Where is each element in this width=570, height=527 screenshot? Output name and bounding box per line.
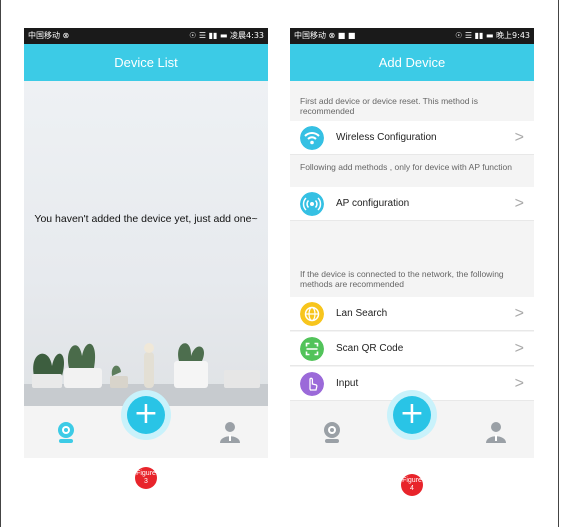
hand-pointer-icon	[300, 372, 324, 396]
plus-icon: +	[127, 396, 165, 434]
qr-scan-icon	[300, 337, 324, 361]
camera-icon[interactable]	[54, 420, 78, 444]
globe-icon	[300, 302, 324, 326]
figure-badge: Figure 3	[135, 467, 157, 489]
status-bar: 中国移动 ⊗ ■ ■ ☉ ☰ ▮▮ ▬ 晚上9:43	[290, 28, 534, 44]
user-icon[interactable]	[218, 420, 242, 444]
item-lan-search[interactable]: Lan Search >	[290, 297, 534, 331]
empty-state: You haven't added the device yet, just a…	[24, 81, 268, 406]
status-time: ☉ ☰ ▮▮ ▬ 晚上9:43	[455, 31, 530, 40]
phone-add-device: 中国移动 ⊗ ■ ■ ☉ ☰ ▮▮ ▬ 晚上9:43 Add Device Fi…	[290, 28, 534, 458]
add-device-button[interactable]: +	[387, 390, 437, 440]
item-label: Wireless Configuration	[336, 132, 437, 143]
phone-device-list: 中国移动 ⊗ ☉ ☰ ▮▮ ▬ 凌晨4:33 Device List You h…	[24, 28, 268, 458]
broadcast-icon	[300, 192, 324, 216]
chevron-right-icon: >	[514, 340, 524, 357]
status-time: ☉ ☰ ▮▮ ▬ 凌晨4:33	[189, 31, 264, 40]
status-carrier: 中国移动 ⊗ ■ ■	[294, 31, 356, 40]
chevron-right-icon: >	[514, 375, 524, 392]
add-device-button[interactable]: +	[121, 390, 171, 440]
item-scan-qr-code[interactable]: Scan QR Code >	[290, 332, 534, 366]
item-label: Input	[336, 378, 359, 389]
wifi-icon	[300, 126, 324, 150]
item-label: Lan Search	[336, 308, 388, 319]
camera-icon[interactable]	[320, 420, 344, 444]
chevron-right-icon: >	[514, 129, 524, 146]
frame-divider	[558, 0, 559, 527]
page-title: Add Device	[290, 44, 534, 81]
item-wireless-configuration[interactable]: Wireless Configuration >	[290, 121, 534, 155]
chevron-right-icon: >	[514, 305, 524, 322]
figure-badge: Figure 4	[401, 474, 423, 496]
status-carrier: 中国移动 ⊗	[28, 31, 70, 40]
item-ap-configuration[interactable]: AP configuration >	[290, 187, 534, 221]
bottom-tab-bar: +	[24, 390, 268, 458]
note-recommended: First add device or device reset. This m…	[300, 96, 478, 116]
plus-icon: +	[393, 396, 431, 434]
chevron-right-icon: >	[514, 195, 524, 212]
user-icon[interactable]	[484, 420, 508, 444]
item-label: AP configuration	[336, 198, 410, 209]
note-ap-only: Following add methods , only for device …	[300, 162, 512, 172]
status-bar: 中国移动 ⊗ ☉ ☰ ▮▮ ▬ 凌晨4:33	[24, 28, 268, 44]
empty-message: You haven't added the device yet, just a…	[34, 213, 258, 225]
bottom-tab-bar: +	[290, 390, 534, 458]
page-title: Device List	[24, 44, 268, 81]
note-network-connected: If the device is connected to the networ…	[300, 269, 504, 289]
add-method-list: First add device or device reset. This m…	[290, 81, 534, 406]
frame-left-border	[0, 0, 1, 527]
item-label: Scan QR Code	[336, 343, 404, 354]
